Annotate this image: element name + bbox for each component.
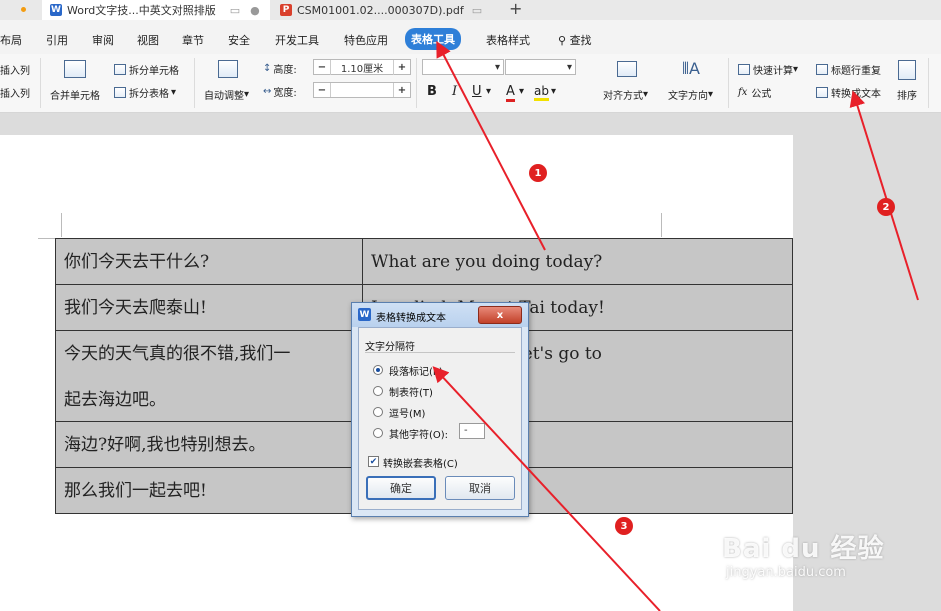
- baidu-watermark: Bai du 经验 jingyan.baidu.com: [722, 528, 885, 580]
- arrow-1: [436, 40, 546, 251]
- step-marker-1: 1: [529, 164, 547, 182]
- annotation-arrows: [432, 40, 919, 611]
- watermark-brand: Bai du 经验: [722, 534, 885, 564]
- step-marker-2: 2: [877, 198, 895, 216]
- step-marker-3: 3: [615, 517, 633, 535]
- arrow-3: [432, 366, 661, 611]
- watermark-url: jingyan.baidu.com: [726, 565, 846, 580]
